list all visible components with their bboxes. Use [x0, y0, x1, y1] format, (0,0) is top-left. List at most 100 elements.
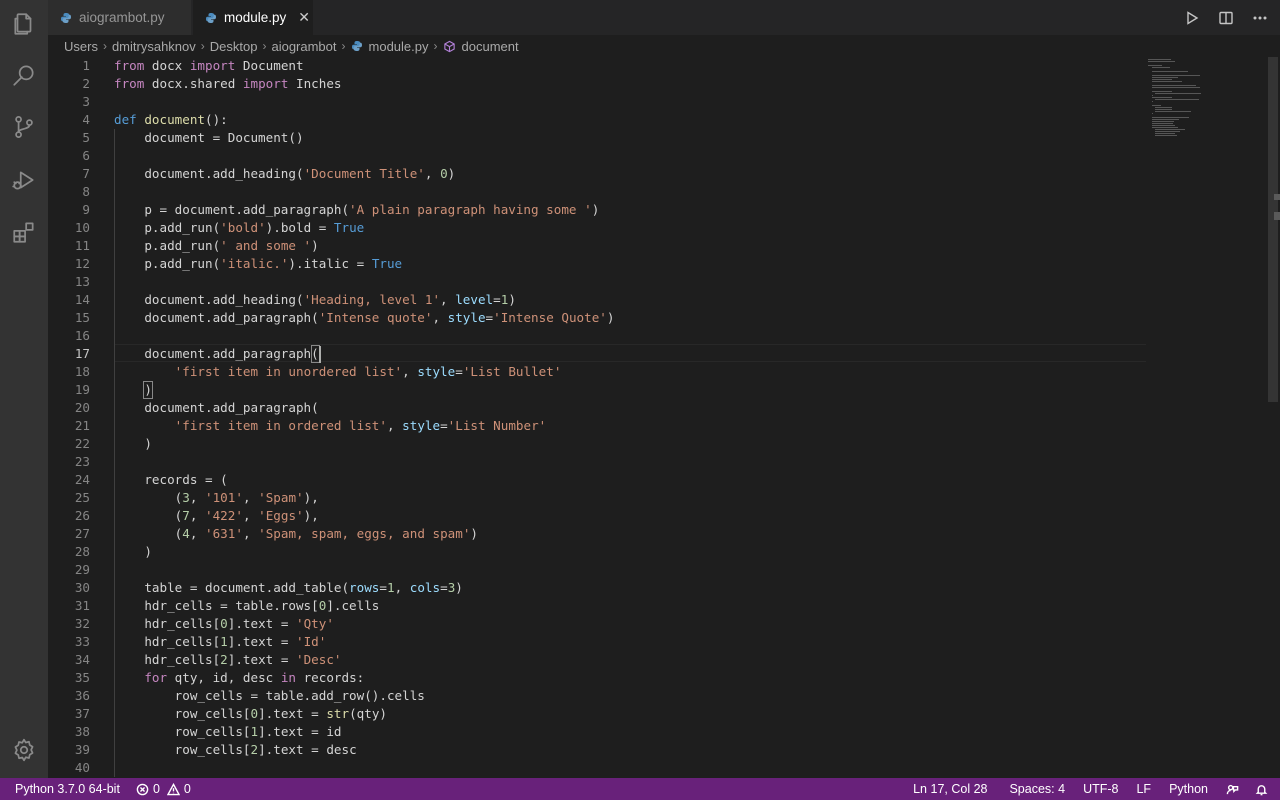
code-line[interactable]: 'first item in ordered list', style='Lis…	[114, 417, 547, 435]
breadcrumb-item[interactable]: module.py	[369, 39, 429, 54]
split-editor-icon[interactable]	[1216, 8, 1236, 28]
symbol-method-icon	[443, 40, 456, 53]
code-line[interactable]: )	[114, 435, 152, 453]
code-line[interactable]: (7, '422', 'Eggs'),	[114, 507, 319, 525]
code-line[interactable]: document.add_heading('Document Title', 0…	[114, 165, 455, 183]
code-editor[interactable]: 1 2 3 4 5 6 7 8 9 10 11 12 13 14 15 16 17 18 19 20 21 22 23 24 2…	[48, 57, 1280, 778]
run-debug-icon[interactable]	[0, 156, 48, 204]
file-encoding[interactable]: UTF-8	[1075, 778, 1128, 800]
chevron-right-icon: ›	[341, 39, 346, 53]
breadcrumb-item[interactable]: aiogrambot	[271, 39, 336, 54]
code-line[interactable]: (3, '101', 'Spam'),	[114, 489, 319, 507]
minimap-line	[1151, 123, 1174, 124]
minimap-line	[1151, 77, 1178, 78]
python-interpreter[interactable]: Python 3.7.0 64-bit	[0, 778, 128, 800]
code-line[interactable]: p.add_run('italic.').italic = True	[114, 255, 402, 273]
breadcrumb-item[interactable]: document	[462, 39, 519, 54]
error-icon	[136, 783, 149, 796]
code-line[interactable]: from docx import Document	[114, 57, 304, 75]
vertical-scrollbar[interactable]	[1266, 57, 1280, 778]
line-number: 40	[74, 760, 90, 775]
line-number: 28	[74, 544, 90, 559]
language-mode[interactable]: Python	[1161, 778, 1218, 800]
python-icon	[206, 12, 216, 23]
code-line[interactable]: document.add_paragraph(	[114, 345, 318, 363]
line-number: 13	[74, 274, 90, 289]
code-line[interactable]: p.add_run(' and some ')	[114, 237, 318, 255]
activity-bar	[0, 0, 48, 778]
code-line[interactable]: hdr_cells[1].text = 'Id'	[114, 633, 326, 651]
code-line[interactable]: row_cells[1].text = id	[114, 723, 342, 741]
close-icon[interactable]: ✕	[298, 9, 310, 26]
line-number: 37	[74, 706, 90, 721]
code-line[interactable]: hdr_cells = table.rows[0].cells	[114, 597, 379, 615]
code-line[interactable]: (4, '631', 'Spam, spam, eggs, and spam')	[114, 525, 478, 543]
settings-gear-icon[interactable]	[0, 726, 48, 774]
line-number: 15	[74, 310, 90, 325]
breadcrumb-item[interactable]: dmitrysahknov	[112, 39, 196, 54]
python-icon	[61, 12, 71, 23]
minimap-line	[1155, 99, 1200, 100]
notifications-bell-icon[interactable]	[1247, 778, 1276, 800]
chevron-right-icon: ›	[200, 39, 205, 53]
line-number: 34	[74, 652, 90, 667]
minimap-line	[1151, 97, 1173, 98]
minimap[interactable]	[1148, 57, 1268, 157]
code-line[interactable]: records = (	[114, 471, 227, 489]
more-actions-icon[interactable]	[1250, 8, 1270, 28]
source-control-icon[interactable]	[0, 103, 48, 151]
text-cursor	[319, 346, 322, 363]
minimap-line	[1151, 95, 1153, 96]
code-line[interactable]: )	[114, 543, 152, 561]
code-line[interactable]: document = Document()	[114, 129, 303, 147]
line-number: 19	[74, 382, 90, 397]
indentation[interactable]: Spaces: 4	[1001, 778, 1075, 800]
error-count: 0	[152, 782, 160, 796]
line-number: 1	[82, 58, 90, 73]
code-line[interactable]: row_cells[0].text = str(qty)	[114, 705, 387, 723]
cursor-position[interactable]: Ln 17, Col 28	[905, 778, 1001, 800]
tab-module[interactable]: module.py ✕	[193, 0, 313, 35]
code-line[interactable]: document.add_paragraph(	[114, 399, 318, 417]
code-line[interactable]: document.add_heading('Heading, level 1',…	[114, 291, 516, 309]
indent-guide	[114, 129, 115, 777]
feedback-icon[interactable]	[1218, 778, 1247, 800]
tab-aiogrambot[interactable]: aiogrambot.py	[48, 0, 192, 35]
minimap-line	[1151, 119, 1180, 120]
code-line[interactable]: hdr_cells[0].text = 'Qty'	[114, 615, 334, 633]
run-icon[interactable]	[1182, 8, 1202, 28]
breadcrumb-item[interactable]: Desktop	[210, 39, 258, 54]
tab-label: aiogrambot.py	[79, 10, 165, 25]
line-number: 38	[74, 724, 90, 739]
search-icon[interactable]	[0, 51, 48, 99]
code-line[interactable]: for qty, id, desc in records:	[114, 669, 364, 687]
status-bar: Python 3.7.0 64-bit 0 0 Ln 17, Col 28 Sp…	[0, 778, 1280, 800]
code-line[interactable]: 'first item in unordered list', style='L…	[114, 363, 562, 381]
code-line[interactable]: table = document.add_table(rows=1, cols=…	[114, 579, 463, 597]
minimap-line	[1148, 59, 1171, 60]
minimap-line	[1155, 109, 1173, 110]
breadcrumb-item[interactable]: Users	[64, 39, 98, 54]
minimap-line	[1155, 133, 1175, 134]
code-line[interactable]: def document():	[114, 111, 228, 129]
scroll-thumb[interactable]	[1268, 57, 1278, 402]
minimap-line	[1151, 75, 1200, 76]
code-line[interactable]: p = document.add_paragraph('A plain para…	[114, 201, 599, 219]
minimap-line	[1151, 127, 1178, 128]
code-line[interactable]: p.add_run('bold').bold = True	[114, 219, 364, 237]
line-number: 7	[82, 166, 90, 181]
problems-indicator[interactable]: 0 0	[128, 778, 199, 800]
code-line[interactable]: document.add_paragraph('Intense quote', …	[114, 309, 614, 327]
line-number: 2	[82, 76, 90, 91]
code-line[interactable]: from docx.shared import Inches	[114, 75, 342, 93]
minimap-line	[1155, 93, 1202, 94]
end-of-line[interactable]: LF	[1128, 778, 1161, 800]
minimap-line	[1151, 91, 1173, 92]
code-line[interactable]: row_cells = table.add_row().cells	[114, 687, 425, 705]
line-number: 4	[82, 112, 90, 127]
explorer-icon[interactable]	[0, 0, 48, 48]
minimap-line	[1151, 121, 1175, 122]
extensions-icon[interactable]	[0, 208, 48, 256]
code-line[interactable]: row_cells[2].text = desc	[114, 741, 357, 759]
code-line[interactable]: hdr_cells[2].text = 'Desc'	[114, 651, 341, 669]
